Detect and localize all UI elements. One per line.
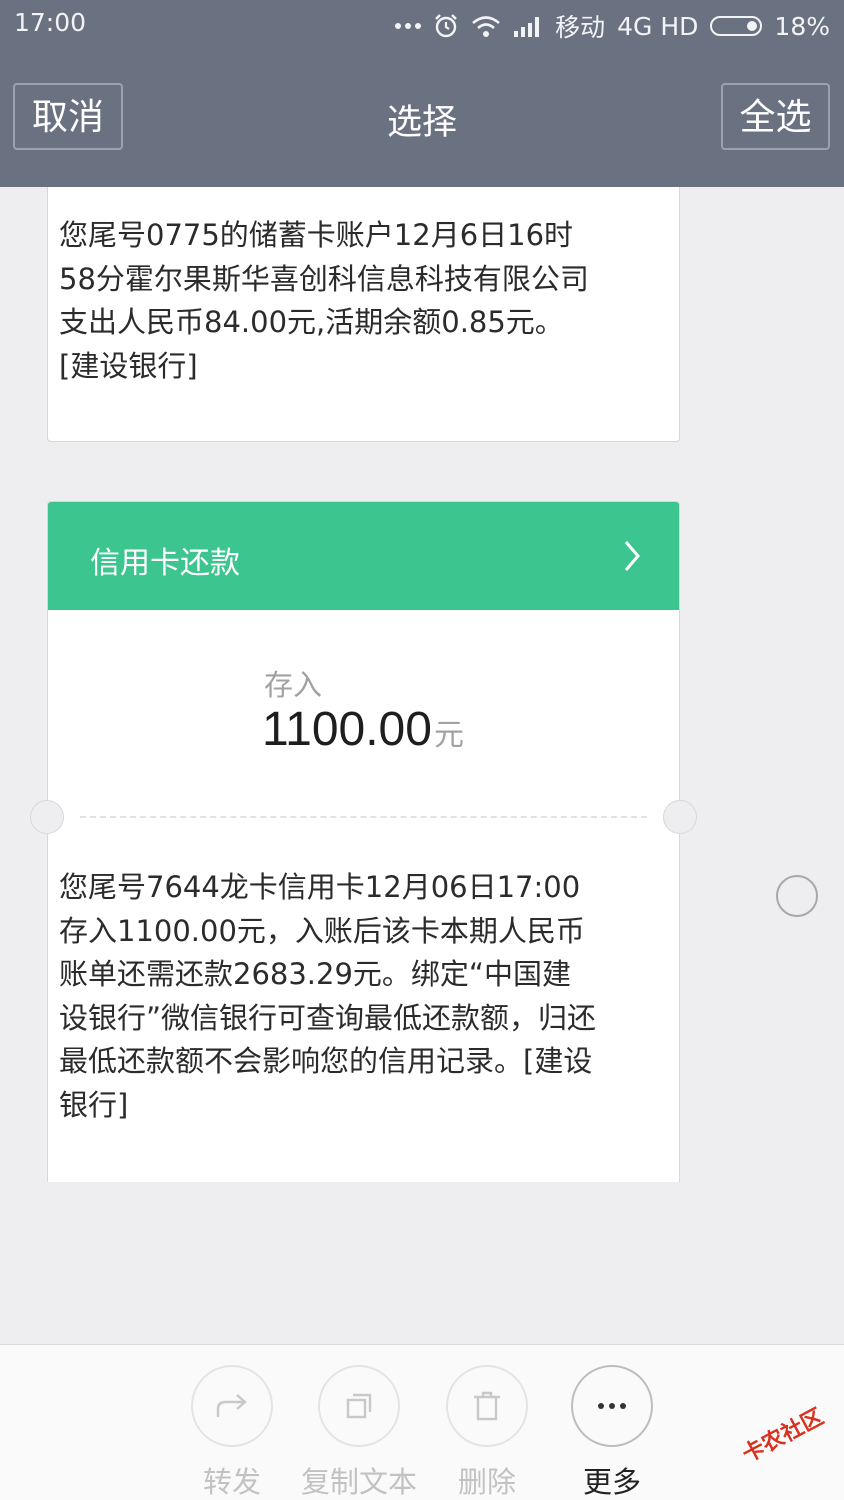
delete-button[interactable]: 删除 bbox=[427, 1365, 547, 1500]
message-text: 您尾号0775的储蓄卡账户12月6日16时58分霍尔果斯华喜创科信息科技有限公司… bbox=[59, 218, 589, 383]
dashed-divider bbox=[80, 816, 647, 818]
select-all-button[interactable]: 全选 bbox=[721, 83, 830, 150]
card-header-link[interactable]: 信用卡还款 bbox=[48, 502, 679, 610]
signal-icon bbox=[513, 15, 543, 37]
header: 17:00 移动 4G HD 18% 取消 选择 全选 bbox=[0, 0, 844, 187]
more-icon bbox=[571, 1365, 653, 1447]
battery-icon bbox=[710, 16, 763, 36]
more-button[interactable]: 更多 bbox=[552, 1365, 672, 1500]
status-bar: 17:00 移动 4G HD 18% bbox=[0, 0, 844, 48]
chevron-right-icon bbox=[623, 540, 641, 576]
more-label: 更多 bbox=[582, 1465, 641, 1499]
page-title: 选择 bbox=[386, 103, 457, 143]
copy-text-button[interactable]: 复制文本 bbox=[299, 1365, 419, 1500]
forward-icon bbox=[191, 1365, 273, 1447]
copy-icon bbox=[318, 1365, 400, 1447]
ticket-notch-left bbox=[30, 800, 64, 834]
battery-level: 18% bbox=[774, 11, 830, 41]
delete-label: 删除 bbox=[457, 1465, 516, 1499]
bottom-toolbar: 转发 复制文本 删除 更多 bbox=[0, 1344, 844, 1500]
forward-label: 转发 bbox=[202, 1465, 261, 1499]
select-radio-button[interactable] bbox=[776, 875, 818, 917]
more-dots-icon bbox=[395, 22, 422, 30]
ticket-notch-right bbox=[663, 800, 697, 834]
trash-icon bbox=[446, 1365, 528, 1447]
status-indicators: 移动 4G HD 18% bbox=[395, 8, 830, 44]
deposit-amount: 1100.00元 bbox=[262, 702, 464, 757]
alarm-icon bbox=[433, 13, 459, 39]
copy-text-label: 复制文本 bbox=[300, 1465, 417, 1499]
forward-button[interactable]: 转发 bbox=[172, 1365, 292, 1500]
status-time: 17:00 bbox=[14, 8, 87, 37]
wifi-icon bbox=[471, 14, 501, 38]
deposit-label: 存入 bbox=[264, 668, 323, 702]
message-text: 您尾号7644龙卡信用卡12月06日17:00存入1100.00元，入账后该卡本… bbox=[59, 870, 597, 1122]
network-label: 4G HD bbox=[617, 11, 699, 41]
deposit-unit: 元 bbox=[433, 718, 464, 753]
deposit-value: 1100.00 bbox=[262, 703, 432, 756]
carrier-label: 移动 bbox=[555, 13, 606, 42]
card-header-title: 信用卡还款 bbox=[90, 546, 240, 581]
